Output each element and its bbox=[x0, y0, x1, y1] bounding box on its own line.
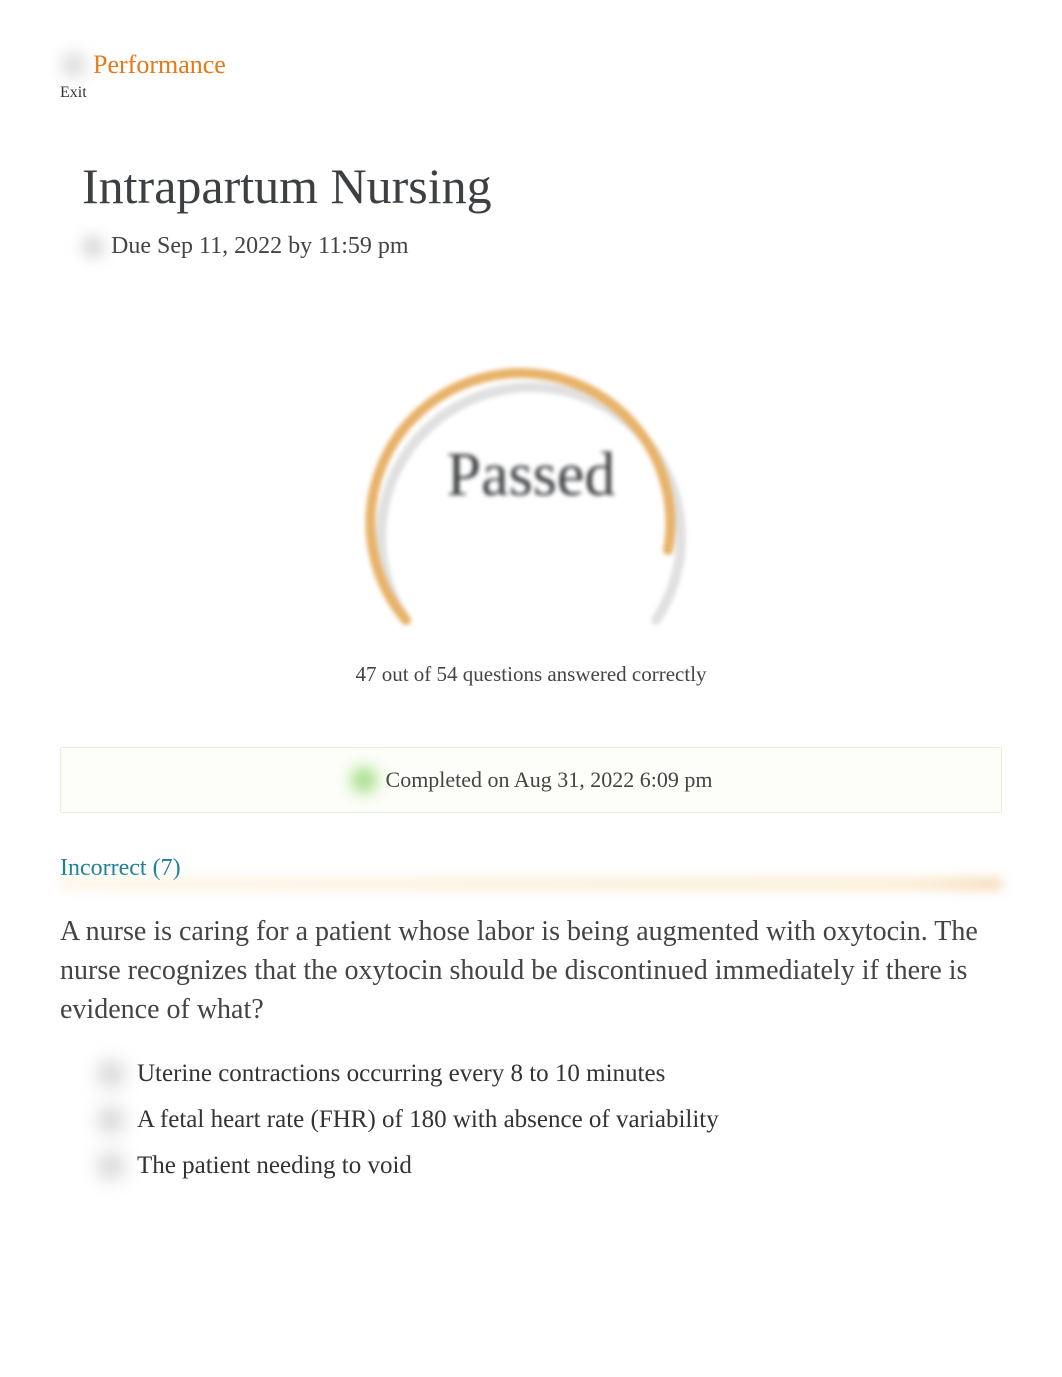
section-underline bbox=[60, 879, 1002, 889]
option-text: A fetal heart rate (FHR) of 180 with abs… bbox=[137, 1106, 719, 1134]
check-icon bbox=[350, 766, 378, 794]
due-date-row: Due Sep 11, 2022 by 11:59 pm bbox=[80, 233, 1002, 260]
completed-text: Completed on Aug 31, 2022 6:09 pm bbox=[386, 767, 713, 793]
exit-link[interactable]: Exit bbox=[60, 84, 87, 102]
radio-icon bbox=[95, 1104, 127, 1136]
status-label: Passed bbox=[447, 440, 616, 511]
radio-icon bbox=[95, 1058, 127, 1090]
option-text: The patient needing to void bbox=[137, 1152, 412, 1180]
answer-option[interactable]: Uterine contractions occurring every 8 t… bbox=[95, 1058, 1002, 1090]
answer-option[interactable]: The patient needing to void bbox=[95, 1150, 1002, 1182]
score-text: 47 out of 54 questions answered correctl… bbox=[60, 662, 1002, 687]
due-date-text: Due Sep 11, 2022 by 11:59 pm bbox=[111, 233, 409, 260]
performance-label: Performance bbox=[93, 50, 226, 80]
answer-option[interactable]: A fetal heart rate (FHR) of 180 with abs… bbox=[95, 1104, 1002, 1136]
question-text: A nurse is caring for a patient whose la… bbox=[60, 912, 1002, 1030]
progress-arc: Passed bbox=[346, 340, 716, 650]
section-label[interactable]: Incorrect (7) bbox=[60, 855, 1002, 882]
performance-icon bbox=[60, 51, 88, 79]
performance-link[interactable]: Performance bbox=[60, 50, 1002, 80]
radio-icon bbox=[95, 1150, 127, 1182]
calendar-icon bbox=[80, 234, 106, 260]
completed-banner: Completed on Aug 31, 2022 6:09 pm bbox=[60, 747, 1002, 813]
option-text: Uterine contractions occurring every 8 t… bbox=[137, 1060, 665, 1088]
page-title: Intrapartum Nursing bbox=[82, 157, 1002, 215]
